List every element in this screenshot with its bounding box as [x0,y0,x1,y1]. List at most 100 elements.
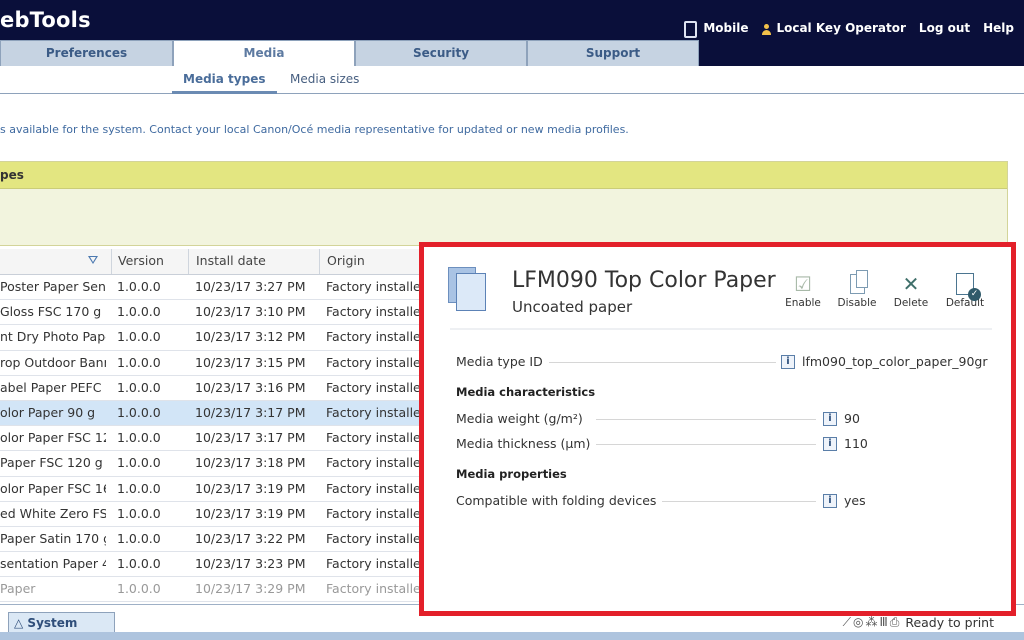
media-type-category: Uncoated paper [512,298,633,316]
media-name-cell: abel Paper PEFC 7. [0,379,106,395]
media-weight-value: 90 [844,411,860,426]
install-date-cell: 10/23/17 3:12 PM [195,329,306,345]
default-check-icon [956,273,981,301]
printer-status: ⟋◎⁂Ⅲ⎙ Ready to print [843,615,994,630]
subtab-media-types[interactable]: Media types [172,72,277,94]
column-header-name[interactable] [0,249,106,274]
install-date-cell: 10/23/17 3:19 PM [195,505,306,521]
help-link[interactable]: Help [983,21,1014,35]
version-cell: 1.0.0.0 [117,556,161,572]
install-date-cell: 10/23/17 3:22 PM [195,530,306,546]
top-links: Mobile Local Key Operator Log out Help [684,19,1014,38]
disable-button[interactable]: Disable [830,270,884,309]
origin-cell: Factory installe [326,480,421,496]
details-actions: ☑ Enable Disable ✕ Delete Default [776,270,992,309]
user-link[interactable]: Local Key Operator [761,20,906,35]
install-date-cell: 10/23/17 3:10 PM [195,304,306,320]
user-icon [761,24,772,35]
media-name-cell: Paper FSC 120 g [0,455,103,471]
media-properties-title: Media properties [456,467,567,481]
media-name-cell: sentation Paper 46 [0,556,106,572]
column-header-version[interactable]: Version [111,249,187,274]
install-date-cell: 10/23/17 3:16 PM [195,379,306,395]
tab-security[interactable]: Security [355,40,527,66]
mobile-icon [684,21,698,38]
install-date-cell: 10/23/17 3:19 PM [195,480,306,496]
origin-cell: Factory installe [326,530,421,546]
ready-status: Ready to print [905,615,994,630]
app-title: ebTools [0,8,91,32]
version-cell: 1.0.0.0 [117,404,161,420]
install-date-cell: 10/23/17 3:17 PM [195,430,306,446]
media-name-cell: Poster Paper Sen [0,279,106,294]
origin-cell: Factory installe [326,430,421,446]
origin-cell: Factory installe [326,505,421,521]
top-right-area: Mobile Local Key Operator Log out Help [684,0,1024,66]
media-name-cell: Paper Satin 170 g [0,530,106,546]
subtab-media-sizes[interactable]: Media sizes [290,72,359,86]
tab-support[interactable]: Support [527,40,699,66]
origin-cell: Factory installe [326,556,421,572]
origin-cell: Factory installe [326,354,421,370]
user-name: Local Key Operator [776,20,906,35]
logout-link[interactable]: Log out [919,21,970,35]
media-thickness-label: Media thickness (µm) [456,436,597,451]
main-tabs: Preferences Media Security Support [0,40,699,67]
media-type-id-value: lfm090_top_color_paper_90gr [802,354,988,369]
origin-cell: Factory installe [326,304,421,320]
origin-cell: Factory installe [326,581,421,597]
info-icon[interactable]: i [823,411,837,426]
origin-cell: Factory installe [326,455,421,471]
info-icon[interactable]: i [781,354,795,369]
delete-button[interactable]: ✕ Delete [884,271,938,309]
media-type-name: LFM090 Top Color Paper [512,268,776,293]
version-cell: 1.0.0.0 [117,480,161,496]
origin-cell: Factory installe [326,379,421,395]
media-thickness-value: 110 [844,436,868,451]
info-icon[interactable]: i [823,493,837,508]
media-name-cell: olor Paper FSC 12( [0,430,106,446]
install-date-cell: 10/23/17 3:18 PM [195,455,306,471]
close-x-icon: ✕ [902,272,920,296]
media-characteristics-title: Media characteristics [456,385,596,399]
enable-button[interactable]: ☑ Enable [776,271,830,309]
origin-cell: Factory installe [326,279,421,294]
system-tab[interactable]: △ System [8,612,115,634]
media-name-cell: olor Paper FSC 16( [0,480,106,496]
sort-descending-icon[interactable] [88,256,98,264]
install-date-cell: 10/23/17 3:29 PM [195,581,306,597]
version-cell: 1.0.0.0 [117,279,161,294]
version-cell: 1.0.0.0 [117,304,161,320]
version-cell: 1.0.0.0 [117,530,161,546]
tab-preferences[interactable]: Preferences [0,40,173,66]
install-date-cell: 10/23/17 3:23 PM [195,556,306,572]
version-cell: 1.0.0.0 [117,455,161,471]
default-button[interactable]: Default [938,271,992,309]
column-header-install-date[interactable]: Install date [188,249,320,274]
version-cell: 1.0.0.0 [117,379,161,395]
status-strip [0,632,1024,640]
details-separator [450,328,992,330]
info-message: s available for the system. Contact your… [0,123,629,136]
media-types-panel: pes [0,161,1008,246]
copy-pages-icon [849,270,868,294]
version-cell: 1.0.0.0 [117,581,161,597]
column-header-origin[interactable]: Origin [319,249,429,274]
version-cell: 1.0.0.0 [117,505,161,521]
info-icon[interactable]: i [823,436,837,451]
version-cell: 1.0.0.0 [117,329,161,345]
mobile-link[interactable]: Mobile [703,21,748,35]
media-name-cell: rop Outdoor Bann [0,354,106,370]
checkbox-check-icon: ☑ [794,272,812,296]
media-type-details: LFM090 Top Color Paper Uncoated paper ☑ … [419,242,1016,616]
status-icons: ⟋◎⁂Ⅲ⎙ [842,615,902,629]
install-date-cell: 10/23/17 3:17 PM [195,404,306,420]
version-cell: 1.0.0.0 [117,430,161,446]
tab-media[interactable]: Media [173,40,355,67]
media-name-cell: Paper [0,581,36,597]
triangle-up-icon: △ [14,616,24,630]
folding-compatible-label: Compatible with folding devices [456,493,663,508]
media-name-cell: ed White Zero FS( [0,505,106,521]
install-date-cell: 10/23/17 3:27 PM [195,279,306,294]
sub-navigation: Media types Media sizes [0,66,1024,94]
